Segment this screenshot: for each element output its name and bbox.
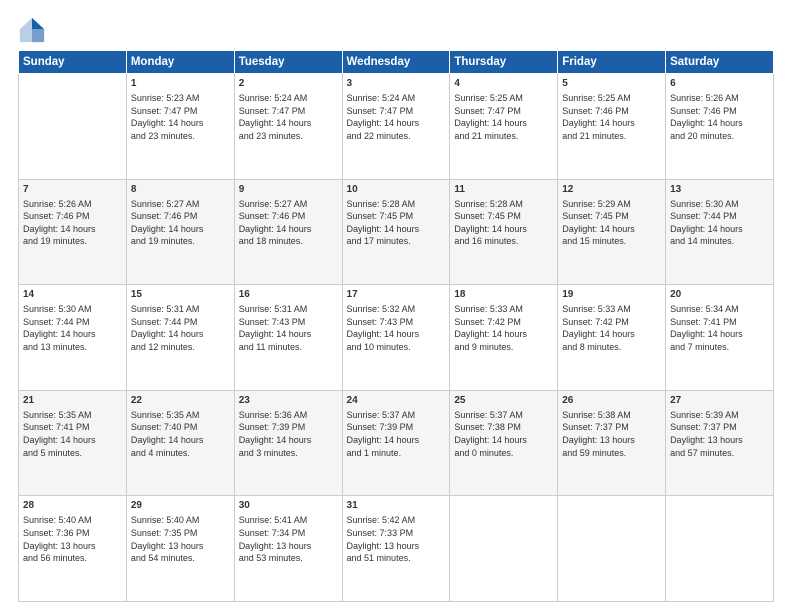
calendar-cell: 4Sunrise: 5:25 AMSunset: 7:47 PMDaylight… [450,74,558,180]
calendar-cell: 13Sunrise: 5:30 AMSunset: 7:44 PMDayligh… [666,179,774,285]
calendar-cell: 28Sunrise: 5:40 AMSunset: 7:36 PMDayligh… [19,496,127,602]
calendar-cell: 25Sunrise: 5:37 AMSunset: 7:38 PMDayligh… [450,390,558,496]
calendar-cell: 30Sunrise: 5:41 AMSunset: 7:34 PMDayligh… [234,496,342,602]
calendar-cell: 26Sunrise: 5:38 AMSunset: 7:37 PMDayligh… [558,390,666,496]
weekday-header-tuesday: Tuesday [234,51,342,74]
day-number: 21 [23,394,122,408]
day-number: 15 [131,288,230,302]
calendar-cell: 17Sunrise: 5:32 AMSunset: 7:43 PMDayligh… [342,285,450,391]
weekday-header-thursday: Thursday [450,51,558,74]
day-number: 19 [562,288,661,302]
logo [18,16,50,44]
logo-icon [18,16,46,44]
day-number: 31 [347,499,446,513]
calendar-cell: 20Sunrise: 5:34 AMSunset: 7:41 PMDayligh… [666,285,774,391]
calendar-cell: 3Sunrise: 5:24 AMSunset: 7:47 PMDaylight… [342,74,450,180]
calendar-cell: 15Sunrise: 5:31 AMSunset: 7:44 PMDayligh… [126,285,234,391]
calendar-cell: 19Sunrise: 5:33 AMSunset: 7:42 PMDayligh… [558,285,666,391]
day-number: 1 [131,77,230,91]
day-number: 26 [562,394,661,408]
calendar-cell [666,496,774,602]
calendar-cell: 10Sunrise: 5:28 AMSunset: 7:45 PMDayligh… [342,179,450,285]
day-number: 28 [23,499,122,513]
day-number: 27 [670,394,769,408]
calendar-cell: 6Sunrise: 5:26 AMSunset: 7:46 PMDaylight… [666,74,774,180]
day-number: 29 [131,499,230,513]
calendar-cell: 5Sunrise: 5:25 AMSunset: 7:46 PMDaylight… [558,74,666,180]
weekday-header-row: SundayMondayTuesdayWednesdayThursdayFrid… [19,51,774,74]
calendar-cell [450,496,558,602]
week-row-0: 1Sunrise: 5:23 AMSunset: 7:47 PMDaylight… [19,74,774,180]
day-number: 14 [23,288,122,302]
calendar-cell [558,496,666,602]
calendar-cell: 7Sunrise: 5:26 AMSunset: 7:46 PMDaylight… [19,179,127,285]
day-number: 11 [454,183,553,197]
day-number: 30 [239,499,338,513]
calendar-cell: 2Sunrise: 5:24 AMSunset: 7:47 PMDaylight… [234,74,342,180]
weekday-header-monday: Monday [126,51,234,74]
calendar-cell: 31Sunrise: 5:42 AMSunset: 7:33 PMDayligh… [342,496,450,602]
day-number: 18 [454,288,553,302]
day-number: 6 [670,77,769,91]
weekday-header-wednesday: Wednesday [342,51,450,74]
day-number: 24 [347,394,446,408]
weekday-header-saturday: Saturday [666,51,774,74]
day-number: 13 [670,183,769,197]
day-number: 23 [239,394,338,408]
day-number: 3 [347,77,446,91]
calendar-cell: 22Sunrise: 5:35 AMSunset: 7:40 PMDayligh… [126,390,234,496]
week-row-4: 28Sunrise: 5:40 AMSunset: 7:36 PMDayligh… [19,496,774,602]
calendar-cell [19,74,127,180]
day-number: 12 [562,183,661,197]
weekday-header-friday: Friday [558,51,666,74]
calendar-cell: 29Sunrise: 5:40 AMSunset: 7:35 PMDayligh… [126,496,234,602]
day-number: 10 [347,183,446,197]
calendar-cell: 12Sunrise: 5:29 AMSunset: 7:45 PMDayligh… [558,179,666,285]
calendar-cell: 8Sunrise: 5:27 AMSunset: 7:46 PMDaylight… [126,179,234,285]
week-row-2: 14Sunrise: 5:30 AMSunset: 7:44 PMDayligh… [19,285,774,391]
week-row-3: 21Sunrise: 5:35 AMSunset: 7:41 PMDayligh… [19,390,774,496]
calendar-cell: 11Sunrise: 5:28 AMSunset: 7:45 PMDayligh… [450,179,558,285]
calendar-cell: 24Sunrise: 5:37 AMSunset: 7:39 PMDayligh… [342,390,450,496]
calendar-table: SundayMondayTuesdayWednesdayThursdayFrid… [18,50,774,602]
page: SundayMondayTuesdayWednesdayThursdayFrid… [0,0,792,612]
day-number: 7 [23,183,122,197]
day-number: 25 [454,394,553,408]
day-number: 2 [239,77,338,91]
calendar-cell: 23Sunrise: 5:36 AMSunset: 7:39 PMDayligh… [234,390,342,496]
calendar-cell: 9Sunrise: 5:27 AMSunset: 7:46 PMDaylight… [234,179,342,285]
weekday-header-sunday: Sunday [19,51,127,74]
calendar-cell: 1Sunrise: 5:23 AMSunset: 7:47 PMDaylight… [126,74,234,180]
calendar-cell: 16Sunrise: 5:31 AMSunset: 7:43 PMDayligh… [234,285,342,391]
day-number: 5 [562,77,661,91]
week-row-1: 7Sunrise: 5:26 AMSunset: 7:46 PMDaylight… [19,179,774,285]
day-number: 8 [131,183,230,197]
calendar-cell: 14Sunrise: 5:30 AMSunset: 7:44 PMDayligh… [19,285,127,391]
day-number: 17 [347,288,446,302]
calendar-cell: 27Sunrise: 5:39 AMSunset: 7:37 PMDayligh… [666,390,774,496]
calendar-cell: 18Sunrise: 5:33 AMSunset: 7:42 PMDayligh… [450,285,558,391]
header [18,16,774,44]
calendar-cell: 21Sunrise: 5:35 AMSunset: 7:41 PMDayligh… [19,390,127,496]
day-number: 16 [239,288,338,302]
day-number: 20 [670,288,769,302]
day-number: 4 [454,77,553,91]
day-number: 22 [131,394,230,408]
day-number: 9 [239,183,338,197]
